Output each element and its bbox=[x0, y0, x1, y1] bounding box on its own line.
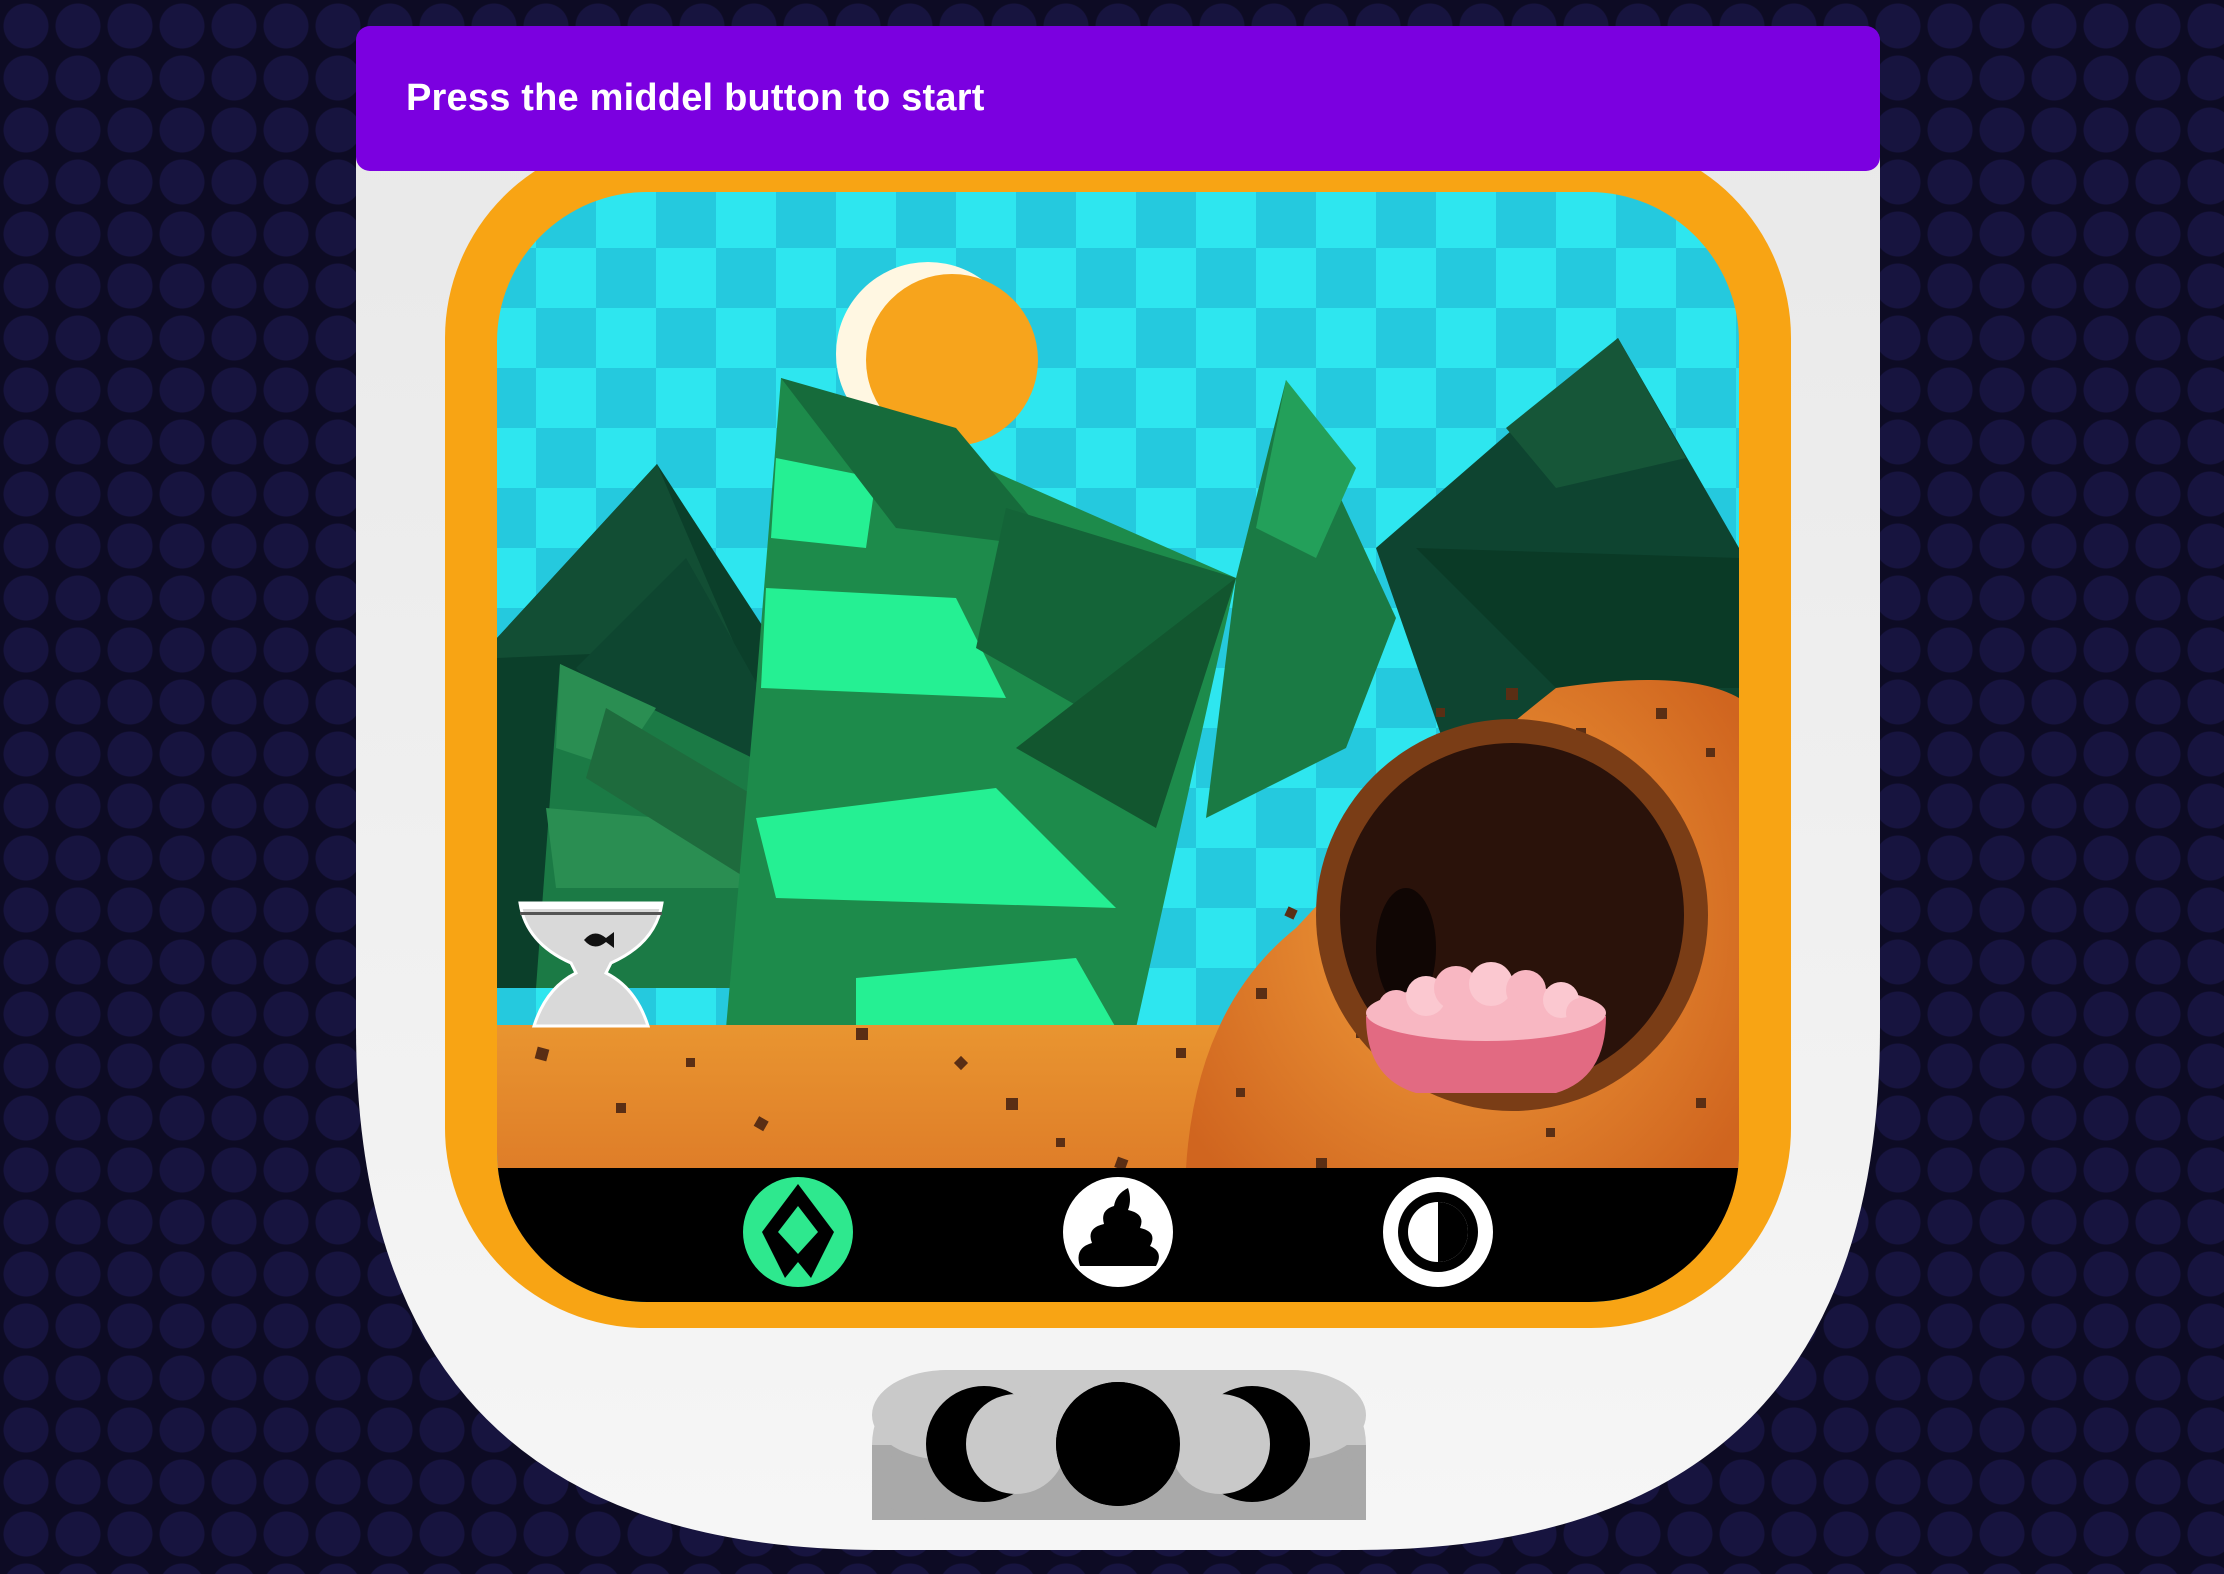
food-icon bbox=[743, 1177, 853, 1287]
tamagotchi-device bbox=[356, 128, 1880, 1550]
day-night-icon bbox=[1383, 1177, 1493, 1287]
poop-icon bbox=[1063, 1177, 1173, 1287]
game-stage: Press the middel button to start bbox=[0, 0, 2224, 1574]
middle-button-face[interactable] bbox=[1056, 1382, 1180, 1506]
right-button[interactable] bbox=[1170, 1386, 1310, 1502]
left-button[interactable] bbox=[926, 1386, 1066, 1502]
game-screen bbox=[497, 192, 1739, 1302]
instruction-banner: Press the middel button to start bbox=[356, 26, 1880, 171]
instruction-text: Press the middel button to start bbox=[406, 77, 985, 119]
